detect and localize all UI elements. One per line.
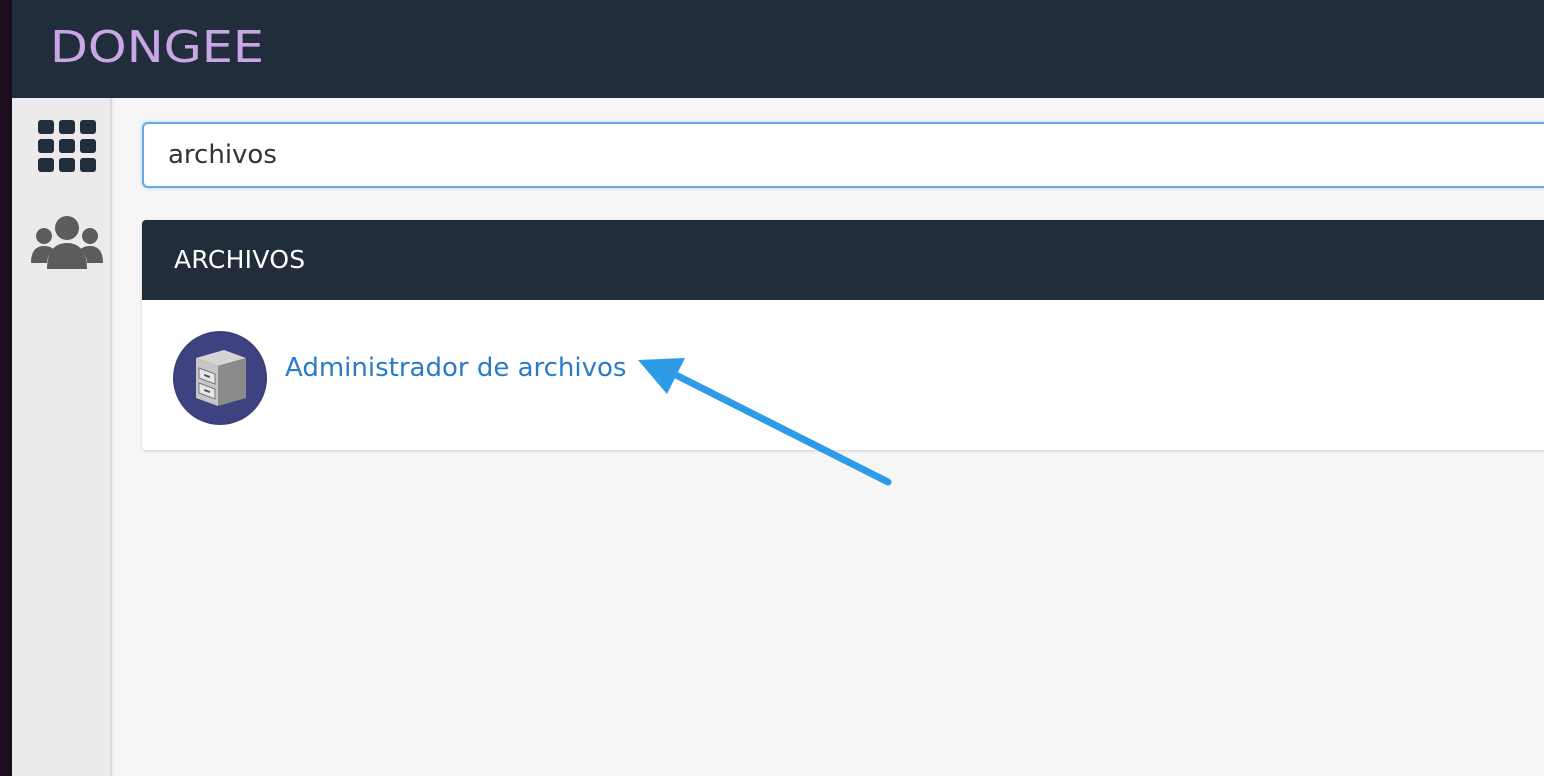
result-item-file-manager[interactable]: Administrador de archivos xyxy=(172,330,626,426)
arrow-icon xyxy=(638,358,892,486)
sidebar xyxy=(12,98,112,776)
search-input[interactable] xyxy=(142,122,1544,188)
users-icon[interactable] xyxy=(31,215,103,269)
result-item-label: Administrador de archivos xyxy=(285,353,627,383)
logo-text: DONGEE xyxy=(50,22,264,73)
dongee-logo[interactable]: DONGEE xyxy=(48,14,268,74)
section-title: ARCHIVOS xyxy=(142,220,1544,300)
file-cabinet-icon xyxy=(173,331,267,425)
grid-icon[interactable] xyxy=(38,120,96,172)
top-bar: DONGEE xyxy=(12,0,1544,98)
left-window-edge xyxy=(0,0,12,776)
